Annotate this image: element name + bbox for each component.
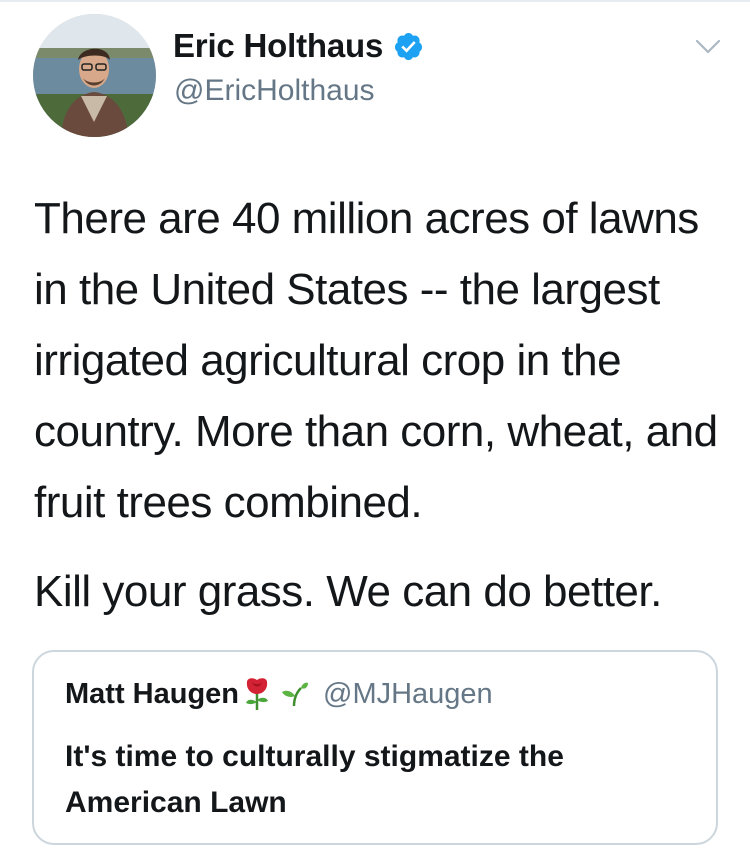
avatar-photo	[33, 14, 156, 137]
tweet-paragraph: There are 40 million acres of lawns in t…	[34, 194, 718, 527]
chevron-down-icon[interactable]	[694, 36, 722, 58]
author-display-name[interactable]: Eric Holthaus	[173, 26, 383, 66]
quoted-tweet-card[interactable]: Matt Haugen @MJHaugen It's time to cultu…	[32, 650, 718, 845]
author-handle[interactable]: @EricHolthaus	[174, 72, 375, 110]
top-divider	[0, 0, 750, 2]
author-name-row[interactable]: Eric Holthaus	[173, 26, 424, 66]
rose-icon	[246, 678, 268, 710]
seedling-icon	[282, 682, 308, 707]
tweet-paragraph: Kill your grass. We can do better.	[34, 567, 662, 616]
avatar[interactable]	[33, 14, 156, 137]
quoted-tweet-text: It's time to culturally stigmatize the A…	[65, 740, 564, 819]
quoted-author-handle: @MJHaugen	[323, 678, 493, 710]
quoted-author-name: Matt Haugen	[65, 678, 239, 710]
verified-badge-icon	[395, 32, 423, 60]
quoted-tweet-header: Matt Haugen @MJHaugen	[65, 674, 493, 714]
tweet-body: There are 40 million acres of lawns in t…	[34, 183, 734, 627]
